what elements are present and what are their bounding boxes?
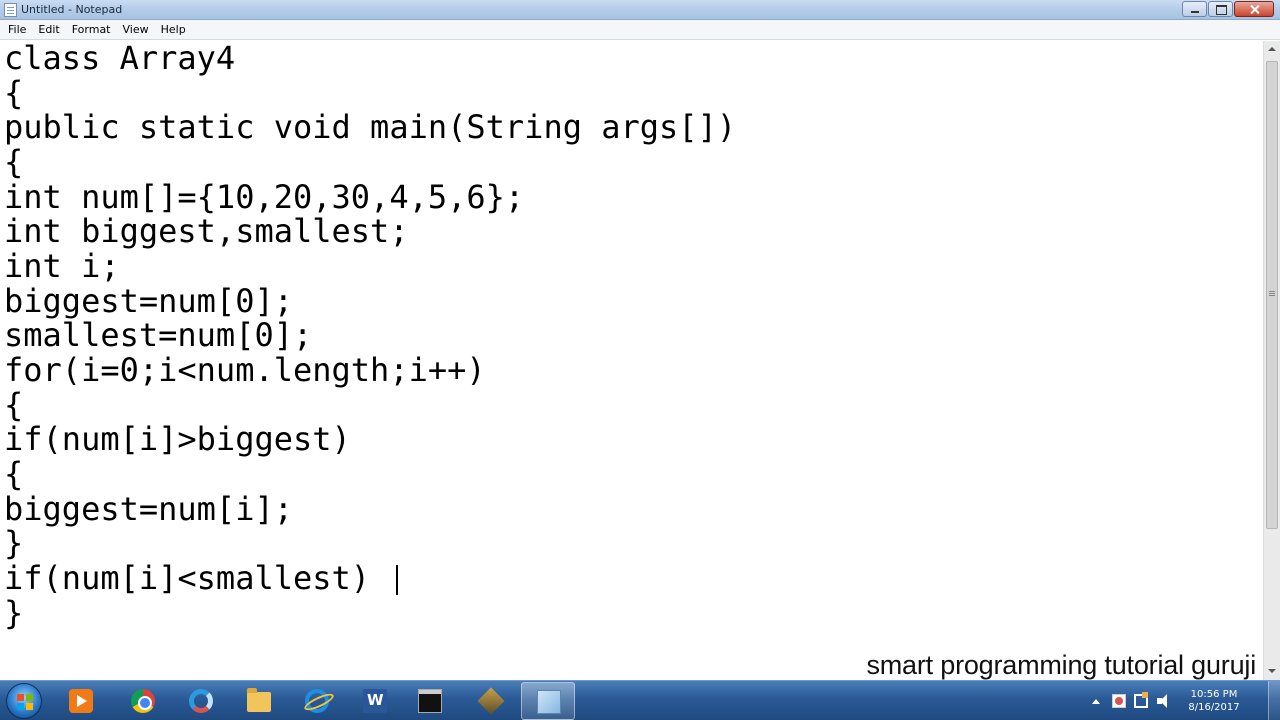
title-bar: Untitled - Notepad [0,0,1280,20]
show-desktop-button[interactable] [1268,681,1280,720]
taskbar-item-explorer[interactable] [232,682,286,720]
code-line: int i; [4,247,120,285]
menu-view[interactable]: View [117,20,155,40]
minimize-button[interactable] [1182,1,1207,17]
clock-date: 8/16/2017 [1188,702,1240,713]
network-icon[interactable] [1134,692,1148,708]
code-line: { [4,455,24,493]
code-line: smallest=num[0]; [4,316,313,354]
code-line: } [4,524,24,562]
watermark-text: smart programming tutorial guruji [866,650,1256,680]
code-line: { [4,386,24,424]
volume-icon[interactable] [1157,694,1171,708]
clock-time: 10:56 PM [1190,689,1238,700]
code-line: } [4,594,24,632]
code-line: int num[]={10,20,30,4,5,6}; [4,178,525,216]
window-controls [1182,1,1274,17]
chrome-icon [131,689,155,713]
word-icon [363,689,387,713]
notepad-icon[interactable] [4,3,17,17]
code-line: biggest=num[0]; [4,282,293,320]
window-title: Untitled - Notepad [21,3,123,16]
tool-icon [477,687,505,715]
code-line: for(i=0;i<num.length;i++) [4,351,486,389]
show-hidden-icons-icon[interactable] [1092,699,1100,704]
code-line: biggest=num[i]; [4,490,293,528]
taskbar-item-notepad[interactable] [521,682,575,720]
taskbar-item-cmd[interactable] [403,682,457,720]
menu-format[interactable]: Format [66,20,117,40]
menu-edit[interactable]: Edit [32,20,65,40]
maximize-button[interactable] [1208,1,1233,17]
folder-icon [247,688,271,712]
taskbar-item-tool[interactable] [464,682,518,720]
menu-help[interactable]: Help [155,20,192,40]
media-player-icon [69,689,93,713]
internet-explorer-icon [305,689,329,713]
taskbar-item-word[interactable] [348,682,402,720]
clock[interactable]: 10:56 PM 8/16/2017 [1186,688,1242,714]
text-caret [396,565,398,595]
scroll-thumb[interactable] [1266,61,1278,529]
taskbar-item-swirl-app[interactable] [174,682,228,720]
scroll-up-arrow-icon[interactable] [1264,41,1280,58]
start-button[interactable] [6,683,42,719]
text-editor[interactable]: class Array4 { public static void main(S… [0,41,1263,680]
code-line: class Array4 [4,41,236,77]
swirl-app-icon [189,689,213,713]
menu-bar: File Edit Format View Help [0,20,1280,40]
taskbar: 10:56 PM 8/16/2017 [0,680,1280,720]
code-line: { [4,74,24,112]
vertical-scrollbar[interactable] [1263,41,1280,680]
code-line: { [4,143,24,181]
menu-file[interactable]: File [2,20,32,40]
code-line: if(num[i]>biggest) [4,420,351,458]
taskbar-item-media-player[interactable] [54,682,108,720]
taskbar-item-ie[interactable] [290,682,344,720]
command-prompt-icon [418,689,442,713]
close-button[interactable] [1234,1,1274,17]
notepad-icon [537,690,561,714]
code-line: int biggest,smallest; [4,212,409,250]
code-line: if(num[i]<smallest) [4,559,371,597]
system-tray: 10:56 PM 8/16/2017 [1080,681,1280,720]
scroll-down-arrow-icon[interactable] [1264,663,1280,680]
code-line: public static void main(String args[]) [4,108,737,146]
taskbar-item-chrome[interactable] [116,682,170,720]
action-center-flag-icon[interactable] [1112,694,1126,708]
